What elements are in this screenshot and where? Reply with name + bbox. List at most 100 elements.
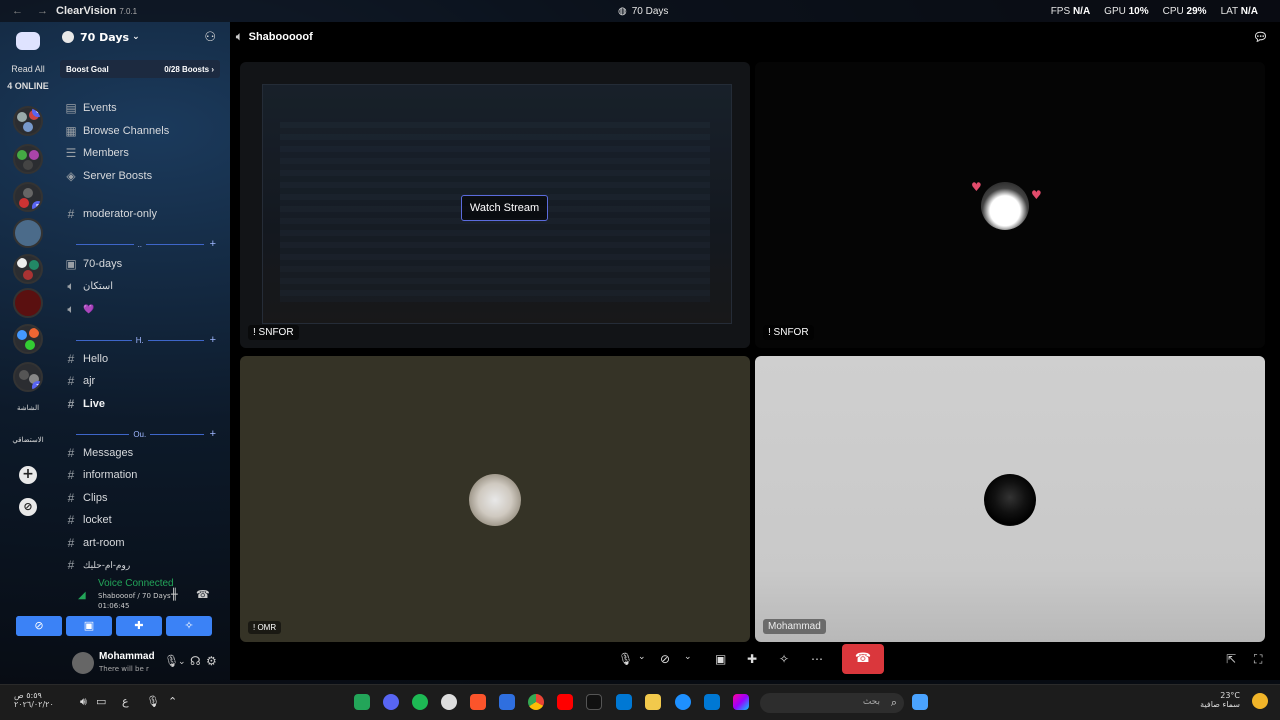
server-folder[interactable] <box>13 324 43 354</box>
channel-locket[interactable]: # locket <box>64 510 112 530</box>
volume-icon[interactable]: 🔊︎ <box>80 695 87 709</box>
server-folder[interactable]: 1 <box>13 362 43 392</box>
youtube-icon[interactable] <box>557 694 573 710</box>
discord-app-icon[interactable] <box>383 694 399 710</box>
participant-tile[interactable]: ! OMR <box>240 356 750 642</box>
microphone-icon[interactable]: 🎙︎ <box>146 695 160 708</box>
add-channel-icon[interactable]: + <box>210 428 216 440</box>
channel-70-days[interactable]: ▣ 70-days <box>64 254 122 274</box>
more-options-icon[interactable]: ⋯ <box>811 652 823 666</box>
channel-messages[interactable]: # Messages <box>64 443 133 463</box>
popout-icon[interactable]: ⇱ <box>1226 652 1236 666</box>
settings-gear-icon[interactable]: ⚙ <box>206 654 217 668</box>
server-icon[interactable] <box>13 218 43 248</box>
server-folder[interactable]: 5 <box>13 182 43 212</box>
chevron-down-icon[interactable]: ⌄ <box>638 652 646 662</box>
windows-start-icon[interactable] <box>912 694 928 710</box>
server-header[interactable]: 70 Days ⌄ ⚇ <box>56 22 224 52</box>
cpu-value: 29% <box>1186 5 1207 17</box>
app-icon[interactable] <box>499 694 515 710</box>
copilot-icon[interactable] <box>733 694 749 710</box>
channel-live[interactable]: # Live <box>64 394 105 414</box>
disconnect-button[interactable]: ☎ <box>842 644 884 674</box>
soundboard-button[interactable]: ✧ <box>166 616 212 636</box>
activities-icon[interactable]: ✚ <box>747 652 757 666</box>
add-channel-icon[interactable]: + <box>210 238 216 250</box>
chevron-up-icon[interactable]: ⌃ <box>168 695 177 708</box>
signal-icon[interactable]: ◢ <box>78 590 86 601</box>
store-icon[interactable] <box>616 694 632 710</box>
camera-off-icon[interactable]: ⊘ <box>660 652 670 666</box>
language-indicator[interactable]: ع <box>122 695 129 708</box>
clock[interactable]: ٥:٥٩ ص ٢٠٢٦/٠٢/٢٠ <box>14 691 54 709</box>
category-header[interactable]: Ou. + <box>76 428 216 440</box>
app-icon[interactable] <box>354 694 370 710</box>
voice-status[interactable]: Voice Connected <box>98 578 174 589</box>
channel-ajr[interactable]: # ajr <box>64 371 96 391</box>
noise-suppression-icon[interactable]: ╫ <box>171 588 178 601</box>
edge-icon[interactable] <box>675 694 691 710</box>
discover-icon[interactable]: ⊘ <box>19 498 37 516</box>
hash-icon: # <box>67 536 75 550</box>
network-icon[interactable]: ▭ <box>96 695 106 708</box>
category-header[interactable]: .. + <box>76 238 216 250</box>
channel-voice[interactable]: 🔈︎ 💜 <box>64 299 94 319</box>
avatar <box>981 182 1029 230</box>
chevron-down-icon[interactable]: ⌄ <box>178 657 186 667</box>
invite-people-icon[interactable]: ⚇ <box>204 30 216 45</box>
discord-home-icon[interactable] <box>16 32 40 50</box>
file-explorer-icon[interactable] <box>645 694 661 710</box>
spotify-icon[interactable] <box>412 694 428 710</box>
participant-tile[interactable]: ♥ ♥ ! SNFOR <box>755 62 1265 348</box>
steam-icon[interactable] <box>441 694 457 710</box>
fullscreen-icon[interactable]: ⛶ <box>1254 652 1262 667</box>
read-all-button[interactable]: Read All <box>0 64 56 74</box>
sidebar-item-server-boosts[interactable]: ◈ Server Boosts <box>64 166 152 186</box>
channel-clips[interactable]: # Clips <box>64 488 108 508</box>
weather-widget[interactable]: 23°C سماء صافية <box>1200 691 1240 709</box>
microphone-icon[interactable]: 🎙︎ <box>164 654 179 668</box>
share-screen-button[interactable]: ▣ <box>66 616 112 636</box>
server-icon[interactable]: الشاشة <box>0 404 56 412</box>
sidebar-item-events[interactable]: ▤ Events <box>64 98 116 118</box>
chrome-icon[interactable] <box>528 694 544 710</box>
channel-art-room[interactable]: # art-room <box>64 533 125 553</box>
server-folder[interactable] <box>13 144 43 174</box>
sidebar-item-members[interactable]: ☰ Members <box>64 143 129 163</box>
back-arrow-icon[interactable]: ← <box>12 5 23 17</box>
microphone-icon[interactable]: 🎙︎ <box>618 652 633 666</box>
server-folder[interactable]: 6 <box>13 106 43 136</box>
camera-off-button[interactable]: ⊘ <box>16 616 62 636</box>
headphones-icon[interactable]: ☊ <box>190 654 201 668</box>
search-box[interactable]: بحث ⌕ <box>760 693 904 713</box>
avatar[interactable] <box>72 652 94 674</box>
voice-channel[interactable]: Shaboooof / 70 Days <box>98 592 171 600</box>
server-folder[interactable] <box>13 254 43 284</box>
add-channel-icon[interactable]: + <box>210 334 216 346</box>
channel-hello[interactable]: # Hello <box>64 349 108 369</box>
channel-voice[interactable]: 🔈︎ استكان <box>64 276 113 296</box>
channel-moderator-only[interactable]: # moderator-only <box>64 204 157 224</box>
forward-arrow-icon[interactable]: → <box>37 5 48 17</box>
participant-tile[interactable]: Mohammad <box>755 356 1265 642</box>
tiktok-icon[interactable] <box>586 694 602 710</box>
add-server-icon[interactable]: + <box>19 466 37 484</box>
outlook-icon[interactable] <box>704 694 720 710</box>
server-icon[interactable] <box>13 288 43 318</box>
chevron-down-icon[interactable]: ⌄ <box>684 652 692 662</box>
chat-bubble-icon[interactable]: 💬︎ <box>1253 30 1268 44</box>
screen-share-icon[interactable]: ▣ <box>715 652 726 666</box>
activities-button[interactable]: ✚ <box>116 616 162 636</box>
category-header[interactable]: H. + <box>76 334 216 346</box>
stream-tile[interactable]: Watch Stream ! SNFOR <box>240 62 750 348</box>
boost-goal-bar[interactable]: Boost Goal 0/28 Boosts › <box>60 60 220 78</box>
sidebar-item-browse-channels[interactable]: ▦ Browse Channels <box>64 121 169 141</box>
channel-information[interactable]: # information <box>64 465 138 485</box>
disconnect-icon[interactable]: ☎ <box>196 588 210 601</box>
soundboard-icon[interactable]: ✧ <box>779 652 789 666</box>
server-icon[interactable]: الاستضاقي <box>0 436 56 444</box>
channel-room[interactable]: # روم-ام-حليك <box>64 555 131 575</box>
brave-icon[interactable] <box>470 694 486 710</box>
username[interactable]: Mohammad <box>99 651 155 662</box>
watch-stream-button[interactable]: Watch Stream <box>461 195 548 221</box>
